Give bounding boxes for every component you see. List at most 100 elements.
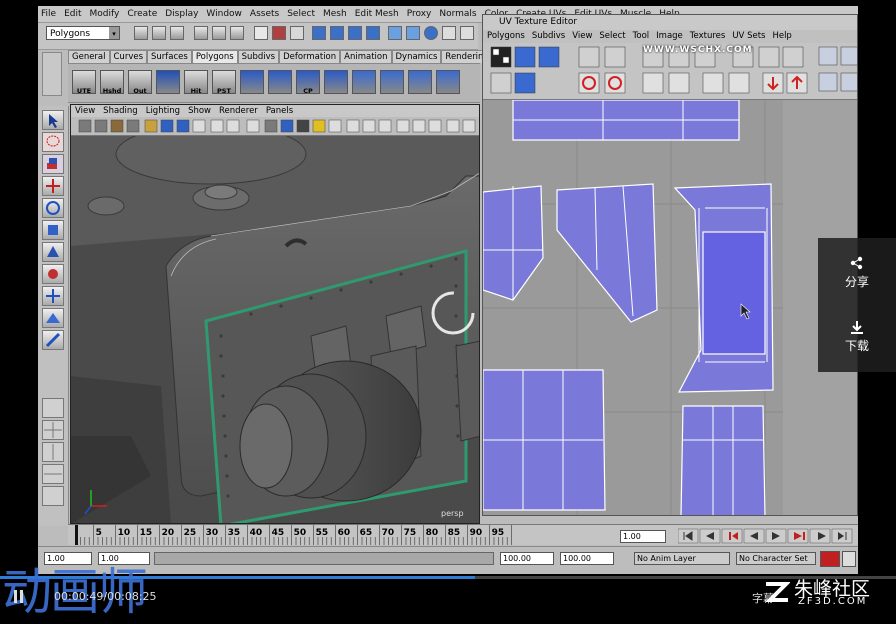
shelf-button-12[interactable] [408,70,432,94]
shelf-tab-2[interactable]: Surfaces [147,50,192,63]
preferences-icon[interactable] [842,551,856,567]
shelf-button-11[interactable] [380,70,404,94]
shelf-button-8[interactable]: CP [296,70,320,95]
shelf-button-4[interactable]: Hit [184,70,208,95]
snap-curve-icon[interactable] [290,26,304,40]
select-hierarchy-icon[interactable] [194,26,208,40]
viewport-menu-item-2[interactable]: Lighting [146,105,180,117]
uv-menu-item-4[interactable]: Tool [633,30,650,43]
snap-surface-icon[interactable] [348,26,362,40]
snap-point-icon[interactable] [330,26,344,40]
anim-layer-select[interactable]: No Anim Layer [634,552,730,565]
rotate-tool-icon[interactable] [42,198,64,218]
layout-four-icon[interactable] [42,420,64,440]
menu-item-6[interactable]: Assets [250,9,279,19]
select-component-icon[interactable] [230,26,244,40]
layout-single-icon[interactable] [42,398,64,418]
pick-mask-icon[interactable] [254,26,268,40]
uv-menu-item-7[interactable]: UV Sets [732,30,765,43]
channel-box-icon[interactable] [460,26,474,40]
paint-select-icon[interactable] [42,154,64,174]
scale-tool-icon[interactable] [42,220,64,240]
snap-grid-icon[interactable] [272,26,286,40]
uv-texture-editor-window: UV Texture Editor Polygons Subdivs View Sel… [482,14,858,516]
viewport-menu-item-5[interactable]: Panels [266,105,293,117]
auto-key-icon[interactable] [820,551,840,567]
menu-item-0[interactable]: File [41,9,56,19]
uv-menu-item-2[interactable]: View [572,30,592,43]
character-set-select[interactable]: No Character Set [736,552,816,565]
uv-menu-item-0[interactable]: Polygons [487,30,525,43]
layout-two-icon[interactable] [42,442,64,462]
shelf-tab-6[interactable]: Animation [340,50,392,63]
menu-item-1[interactable]: Edit [64,9,81,19]
construction-history-icon[interactable] [366,26,380,40]
shelf-button-0[interactable]: UTE [72,70,96,95]
uv-menu-item-5[interactable]: Image [656,30,683,43]
uv-menu-item-3[interactable]: Select [599,30,625,43]
viewport-menu-item-0[interactable]: View [75,105,95,117]
shelf-button-5[interactable]: PST [212,70,236,95]
viewport-menu-item-3[interactable]: Show [188,105,211,117]
menu-item-4[interactable]: Display [165,9,198,19]
save-scene-icon[interactable] [170,26,184,40]
shelf-button-7[interactable] [268,70,292,94]
layout-outliner-icon[interactable] [42,486,64,506]
uv-menu-item-8[interactable]: Help [772,30,791,43]
shelf-tab-3[interactable]: Polygons [191,50,238,63]
current-frame-field[interactable]: 1.00 [620,530,666,543]
shelf-tab-4[interactable]: Subdivs [237,50,280,63]
attribute-editor-icon[interactable] [442,26,456,40]
viewport-menu-item-4[interactable]: Renderer [219,105,258,117]
manipulator-tool-icon[interactable] [42,242,64,262]
range-slider[interactable] [154,552,494,565]
uv-menu-item-1[interactable]: Subdivs [532,30,565,43]
render-settings-icon[interactable] [424,26,438,40]
select-tool-icon[interactable] [42,110,64,130]
move-tool-icon[interactable] [312,26,326,40]
pause-button[interactable] [14,588,26,603]
playback-end-field[interactable]: 100.00 [500,552,554,565]
shelf-tab-7[interactable]: Dynamics [391,50,442,63]
shelf-tab-1[interactable]: Curves [109,50,148,63]
menu-item-7[interactable]: Select [287,9,315,19]
download-button[interactable]: 下载 [818,312,896,368]
new-scene-icon[interactable] [134,26,148,40]
show-manipulator-icon[interactable] [42,286,64,306]
menu-item-2[interactable]: Modify [90,9,120,19]
move-tool-icon[interactable] [42,176,64,196]
sculpt-tool-icon[interactable] [42,330,64,350]
shelf-button-9[interactable] [324,70,348,94]
soft-modify-icon[interactable] [42,264,64,284]
menu-item-10[interactable]: Proxy [407,9,432,19]
menu-item-5[interactable]: Window [206,9,242,19]
timeline-label-40: 40 [250,528,263,538]
menu-item-11[interactable]: Normals [439,9,476,19]
shelf-button-13[interactable] [436,70,460,94]
menu-item-8[interactable]: Mesh [323,9,347,19]
shelf-button-3[interactable] [156,70,180,94]
share-button[interactable]: 分享 [818,246,896,302]
select-object-icon[interactable] [212,26,226,40]
shelf-tab-0[interactable]: General [68,50,110,63]
end-time-field[interactable]: 100.00 [560,552,614,565]
open-scene-icon[interactable] [152,26,166,40]
menu-item-9[interactable]: Edit Mesh [355,9,399,19]
perspective-viewport[interactable]: View Shading Lighting Show Renderer Panels [70,104,480,524]
shelf-button-10[interactable] [352,70,376,94]
uv-menu-item-6[interactable]: Textures [690,30,726,43]
layout-persp-graph-icon[interactable] [42,464,64,484]
shelf-button-1[interactable]: Hshd [100,70,124,95]
mode-select[interactable]: Polygons ▾ [46,26,120,40]
render-frame-icon[interactable] [388,26,402,40]
ipr-render-icon[interactable] [406,26,420,40]
uv-layout[interactable] [483,100,858,516]
shelf-tab-5[interactable]: Deformation [279,50,341,63]
shelf-button-2[interactable]: Out [128,70,152,95]
shelf-options-button[interactable] [42,52,62,96]
last-tool-icon[interactable] [42,308,64,328]
shelf-button-6[interactable] [240,70,264,94]
viewport-menu-item-1[interactable]: Shading [103,105,138,117]
lasso-tool-icon[interactable] [42,132,64,152]
menu-item-3[interactable]: Create [127,9,157,19]
